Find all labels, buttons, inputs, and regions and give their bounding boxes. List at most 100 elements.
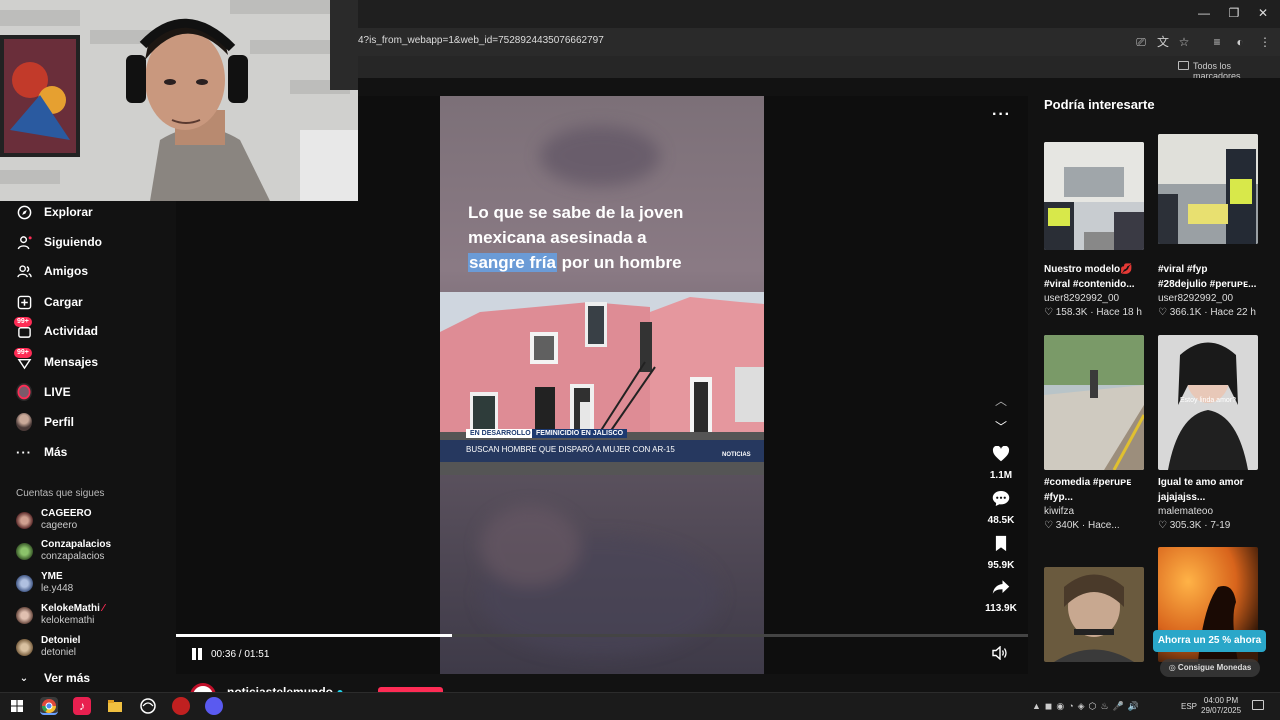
- followed-account[interactable]: CAGEERO cageero: [16, 507, 92, 533]
- more-options-icon[interactable]: ···: [992, 106, 1011, 124]
- recommendation-caption: #viral #fyp: [1158, 264, 1208, 275]
- recommendation-caption: Igual te amo amor: [1158, 477, 1244, 488]
- sidebar-item-cargar[interactable]: Cargar: [16, 289, 83, 315]
- activity-icon: 99+: [14, 317, 32, 339]
- sidebar-item-siguiendo[interactable]: Siguiendo: [16, 229, 102, 255]
- ellipsis-icon: ···: [16, 444, 32, 460]
- avatar: [16, 511, 33, 529]
- recommendations-title: Podría interesarte: [1044, 97, 1155, 112]
- recommendation-thumbnail[interactable]: [1044, 567, 1144, 662]
- person-icon: [16, 234, 32, 250]
- sidebar-item-explorar[interactable]: Explorar: [16, 199, 93, 225]
- clock[interactable]: 04:00 PM 29/07/2025: [1201, 696, 1241, 716]
- account-handle: detoniel: [41, 647, 77, 658]
- avatar: [16, 542, 33, 560]
- news-tag: FEMINICIDIO EN JALISCO: [532, 429, 628, 438]
- sidebar-item-label: LIVE: [44, 385, 71, 399]
- sidebar-item-amigos[interactable]: Amigos: [16, 258, 88, 284]
- live-icon: [16, 383, 32, 401]
- tiktok-icon[interactable]: ♪: [73, 697, 91, 715]
- caption-highlight: sangre fría: [468, 253, 557, 272]
- save-button[interactable]: 95.9K: [982, 535, 1020, 571]
- input-language[interactable]: ESP: [1181, 702, 1197, 711]
- volume-icon[interactable]: [992, 645, 1008, 663]
- account-name: Conzapalacios: [41, 539, 112, 550]
- app-icon[interactable]: [139, 697, 157, 715]
- notification-icon[interactable]: [1252, 700, 1264, 710]
- recommendation-card[interactable]: Igual te amo amor jajajajss... malemateo…: [1158, 475, 1268, 533]
- followed-account[interactable]: KelokeMathi ⁄ kelokemathi: [16, 602, 104, 628]
- media-control-icon[interactable]: ≡: [1209, 34, 1225, 50]
- recommendation-thumbnail[interactable]: [1158, 134, 1258, 244]
- recommendation-caption: Nuestro modelo💋: [1044, 264, 1133, 275]
- thumbnail-text: Estoy linda amor?: [1180, 397, 1237, 404]
- browser-menu-icon[interactable]: ⋮: [1257, 34, 1273, 50]
- chevron-down-icon[interactable]: ﹀: [994, 418, 1008, 435]
- discord-icon[interactable]: [205, 697, 223, 715]
- app-icon[interactable]: [172, 697, 190, 715]
- avatar: [16, 574, 33, 592]
- sidebar-item-label: Explorar: [44, 205, 93, 219]
- avatar: [16, 638, 33, 656]
- chevron-down-icon: ⌄: [19, 672, 29, 684]
- system-tray-icons[interactable]: ▲◼◉◔◈⬡♨🎤🔊: [1032, 701, 1143, 712]
- url-text[interactable]: 4?is_from_webapp=1&web_id=75289244350766…: [358, 35, 604, 46]
- following-section-title: Cuentas que sigues: [16, 488, 105, 499]
- news-tag: EN DESARROLLO: [466, 429, 535, 438]
- clock-time: 04:00 PM: [1203, 696, 1239, 705]
- pause-button[interactable]: [190, 647, 204, 661]
- upload-icon: [16, 294, 32, 310]
- recommendation-meta: ♡ 340K · Hace...: [1044, 520, 1120, 531]
- sidebar-item-mensajes[interactable]: 99+ Mensajes: [14, 348, 98, 375]
- sidebar-item-label: Siguiendo: [44, 235, 102, 249]
- sidebar-item-actividad[interactable]: 99+ Actividad: [14, 317, 98, 344]
- promo-button[interactable]: Ahorra un 25 % ahora: [1153, 630, 1266, 652]
- windows-start-icon[interactable]: [8, 697, 26, 715]
- file-explorer-icon[interactable]: [106, 697, 124, 715]
- get-coins-button[interactable]: ◎ Consigue Monedas: [1160, 659, 1260, 677]
- recommendation-thumbnail[interactable]: [1044, 335, 1144, 470]
- profile-avatar-icon: [16, 413, 32, 431]
- clock-date: 29/07/2025: [1201, 706, 1242, 715]
- sidebar-item-mas[interactable]: ··· Más: [16, 439, 67, 465]
- recommendation-card[interactable]: #viral #fyp #28dejulio #peruᴘᴇ... user82…: [1158, 262, 1268, 320]
- close-icon[interactable]: ✕: [1251, 4, 1275, 22]
- followed-account[interactable]: YME le.y448: [16, 570, 73, 596]
- comment-count: 48.5K: [987, 515, 1015, 526]
- share-button[interactable]: 113.9K: [982, 579, 1020, 614]
- see-more-button[interactable]: ⌄ Ver más: [16, 665, 90, 691]
- recommendation-caption: #28dejulio #peruᴘᴇ...: [1158, 279, 1257, 290]
- recommendation-thumbnail[interactable]: Estoy linda amor?: [1158, 335, 1258, 470]
- account-handle: conzapalacios: [41, 551, 105, 562]
- recommendation-user: malemateoo: [1158, 506, 1214, 517]
- recommendation-user: kiwifza: [1044, 506, 1075, 517]
- account-name: Detoniel: [41, 635, 81, 646]
- cast-icon[interactable]: ⎚: [1133, 34, 1149, 50]
- recommendation-card[interactable]: Nuestro modelo💋 #viral #contenido... use…: [1044, 262, 1154, 320]
- bookmark-star-icon[interactable]: ☆: [1176, 34, 1192, 50]
- chrome-icon[interactable]: [40, 697, 58, 715]
- recommendation-card[interactable]: #comedia #peruᴘᴇ #fyp... kiwifza ♡ 340K …: [1044, 475, 1154, 533]
- comment-button[interactable]: 48.5K: [982, 490, 1020, 526]
- followed-account[interactable]: Conzapalacios conzapalacios: [16, 538, 111, 564]
- recommendation-caption: #fyp...: [1044, 492, 1073, 503]
- share-count: 113.9K: [985, 603, 1017, 614]
- minimize-icon[interactable]: —: [1192, 4, 1216, 22]
- account-handle: le.y448: [41, 583, 74, 594]
- webcam-overlay: [0, 0, 358, 201]
- restore-icon[interactable]: ❐: [1222, 4, 1246, 22]
- followed-account[interactable]: Detoniel detoniel: [16, 634, 80, 660]
- sidebar-item-perfil[interactable]: Perfil: [16, 409, 74, 435]
- sidebar-item-live[interactable]: LIVE: [16, 379, 71, 405]
- recommendation-meta: ♡ 366.1K · Hace 22 h: [1158, 307, 1256, 318]
- account-name: KelokeMathi ⁄: [41, 603, 105, 614]
- like-button[interactable]: 1.1M: [982, 445, 1020, 481]
- translate-icon[interactable]: 文: [1155, 34, 1171, 50]
- heart-icon: [982, 445, 1020, 466]
- recommendation-caption: #comedia #peruᴘᴇ: [1044, 477, 1132, 488]
- network-logo: NOTICIAS: [722, 452, 751, 458]
- comment-icon: [982, 490, 1020, 511]
- chevron-up-icon[interactable]: ︿: [994, 392, 1008, 409]
- profile-icon[interactable]: ◐: [1232, 34, 1248, 50]
- recommendation-thumbnail[interactable]: [1044, 142, 1144, 250]
